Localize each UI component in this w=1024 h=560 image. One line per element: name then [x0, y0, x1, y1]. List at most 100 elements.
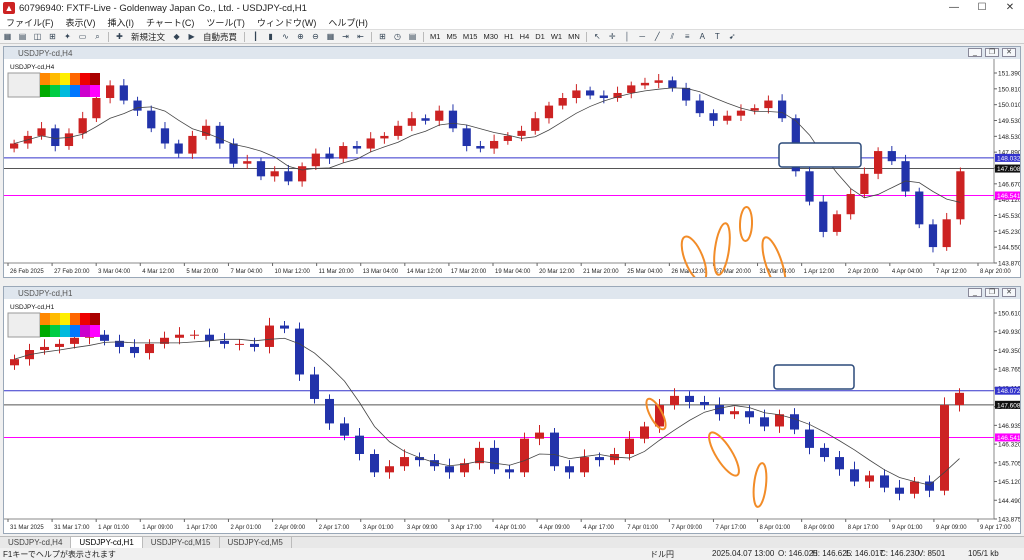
market-watch-icon[interactable]: ◫	[32, 32, 43, 42]
channel-icon[interactable]: ⫽	[667, 32, 678, 42]
color-swatch[interactable]	[80, 85, 90, 97]
minimize-button[interactable]: —	[940, 0, 968, 16]
close-button[interactable]: ✕	[996, 0, 1024, 16]
x-tick-label: 26 Feb 2025	[10, 269, 44, 275]
maximize-button[interactable]: ☐	[968, 0, 996, 16]
annotation-ellipse[interactable]	[704, 429, 744, 480]
new-chart-icon[interactable]: ▦	[2, 32, 13, 42]
color-swatch[interactable]	[90, 313, 100, 325]
color-swatch[interactable]	[50, 313, 60, 325]
color-swatch[interactable]	[70, 73, 80, 85]
terminal-icon[interactable]: ▭	[77, 32, 88, 42]
tf-m15[interactable]: M15	[460, 32, 481, 41]
annotation-box[interactable]	[778, 142, 862, 168]
vertical-line-icon[interactable]: │	[622, 32, 633, 42]
chart-minimize-button[interactable]: _	[968, 288, 982, 297]
tf-m5[interactable]: M5	[443, 32, 459, 41]
menu-view[interactable]: 表示(V)	[60, 16, 102, 29]
profiles-icon[interactable]: ▤	[17, 32, 28, 42]
color-swatch[interactable]	[60, 313, 70, 325]
new-order-button[interactable]: 新規注文	[127, 30, 169, 44]
menu-window[interactable]: ウィンドウ(W)	[251, 16, 323, 29]
line-chart-icon[interactable]: ∿	[280, 32, 291, 42]
color-swatch[interactable]	[60, 85, 70, 97]
price-chart[interactable]: 150.610149.930149.350148.765148.110147.5…	[4, 299, 1020, 533]
menu-chart[interactable]: チャート(C)	[140, 16, 200, 29]
fibonacci-icon[interactable]: ≡	[682, 32, 693, 42]
color-swatch[interactable]	[40, 85, 50, 97]
arrows-icon[interactable]: ➹	[727, 32, 738, 42]
drawing-tools-panel[interactable]	[7, 72, 41, 98]
tile-icon[interactable]: ▦	[325, 32, 336, 42]
text-icon[interactable]: A	[697, 32, 708, 42]
tab-usdjpy-h4[interactable]: USDJPY-cd,H4	[0, 537, 72, 548]
color-swatch[interactable]	[70, 325, 80, 337]
new-order-icon[interactable]: ✚	[114, 32, 125, 42]
color-swatch[interactable]	[80, 325, 90, 337]
chart-close-button[interactable]: ✕	[1002, 48, 1016, 57]
color-swatch[interactable]	[80, 73, 90, 85]
trendline-icon[interactable]: ╱	[652, 32, 663, 42]
annotation-ellipse[interactable]	[752, 462, 769, 508]
color-swatch[interactable]	[50, 73, 60, 85]
color-swatch[interactable]	[80, 313, 90, 325]
zoom-out-icon[interactable]: ⊖	[310, 32, 321, 42]
color-swatch[interactable]	[50, 85, 60, 97]
indicators-icon[interactable]: ⊞	[377, 32, 388, 42]
data-window-icon[interactable]: ⊞	[47, 32, 58, 42]
tf-mn[interactable]: MN	[565, 32, 583, 41]
color-swatch[interactable]	[60, 73, 70, 85]
color-swatch[interactable]	[70, 85, 80, 97]
annotation-ellipse[interactable]	[738, 206, 754, 242]
color-swatch[interactable]	[40, 325, 50, 337]
tf-d1[interactable]: D1	[532, 32, 548, 41]
color-swatch[interactable]	[70, 313, 80, 325]
tf-m1[interactable]: M1	[427, 32, 443, 41]
menu-file[interactable]: ファイル(F)	[0, 16, 60, 29]
menu-insert[interactable]: 挿入(I)	[102, 16, 141, 29]
chart-shift-icon[interactable]: ⇤	[355, 32, 366, 42]
color-swatch[interactable]	[40, 73, 50, 85]
metaeditor-icon[interactable]: ◆	[171, 32, 182, 42]
color-swatch[interactable]	[60, 325, 70, 337]
bar-chart-icon[interactable]: ┃	[250, 32, 261, 42]
drawing-tools-panel[interactable]	[7, 312, 41, 338]
chart-window-h4[interactable]: USDJPY-cd,H4 _ ❐ ✕ 151.390 150.810 150.010…	[3, 46, 1021, 278]
tf-w1[interactable]: W1	[548, 32, 565, 41]
price-chart[interactable]: 151.390150.810150.010149.530148.530147.8…	[4, 59, 1020, 277]
color-swatch[interactable]	[90, 85, 100, 97]
label-icon[interactable]: T	[712, 32, 723, 42]
tf-h4[interactable]: H4	[517, 32, 533, 41]
tf-m30[interactable]: M30	[480, 32, 501, 41]
chart-restore-button[interactable]: ❐	[985, 48, 999, 57]
color-swatch[interactable]	[90, 325, 100, 337]
annotation-box[interactable]	[773, 364, 855, 390]
chart-close-button[interactable]: ✕	[1002, 288, 1016, 297]
navigator-icon[interactable]: ✦	[62, 32, 73, 42]
candle-chart-icon[interactable]: ▮	[265, 32, 276, 42]
candle	[760, 417, 769, 427]
color-swatch[interactable]	[50, 325, 60, 337]
tester-icon[interactable]: ⌕	[92, 32, 103, 42]
color-swatch[interactable]	[40, 313, 50, 325]
crosshair-icon[interactable]: ✛	[607, 32, 618, 42]
auto-trade-button[interactable]: 自動売買	[199, 30, 241, 44]
templates-icon[interactable]: ▤	[407, 32, 418, 42]
autoscroll-icon[interactable]: ⇥	[340, 32, 351, 42]
tab-usdjpy-h1[interactable]: USDJPY-cd,H1	[71, 537, 143, 548]
chart-minimize-button[interactable]: _	[968, 48, 982, 57]
menu-help[interactable]: ヘルプ(H)	[322, 16, 374, 29]
tf-h1[interactable]: H1	[501, 32, 517, 41]
horizontal-line-icon[interactable]: ─	[637, 32, 648, 42]
zoom-in-icon[interactable]: ⊕	[295, 32, 306, 42]
tab-usdjpy-m5[interactable]: USDJPY-cd,M5	[220, 537, 292, 548]
tab-usdjpy-m15[interactable]: USDJPY-cd,M15	[143, 537, 220, 548]
color-swatch[interactable]	[90, 73, 100, 85]
chart-restore-button[interactable]: ❐	[985, 288, 999, 297]
periods-icon[interactable]: ◷	[392, 32, 403, 42]
cursor-icon[interactable]: ↖	[592, 32, 603, 42]
auto-trade-icon[interactable]: ▶	[186, 32, 197, 42]
annotation-ellipse[interactable]	[711, 222, 732, 276]
menu-tools[interactable]: ツール(T)	[200, 16, 251, 29]
chart-window-h1[interactable]: USDJPY-cd,H1 _ ❐ ✕ 150.610 149.930 149.350…	[3, 286, 1021, 534]
